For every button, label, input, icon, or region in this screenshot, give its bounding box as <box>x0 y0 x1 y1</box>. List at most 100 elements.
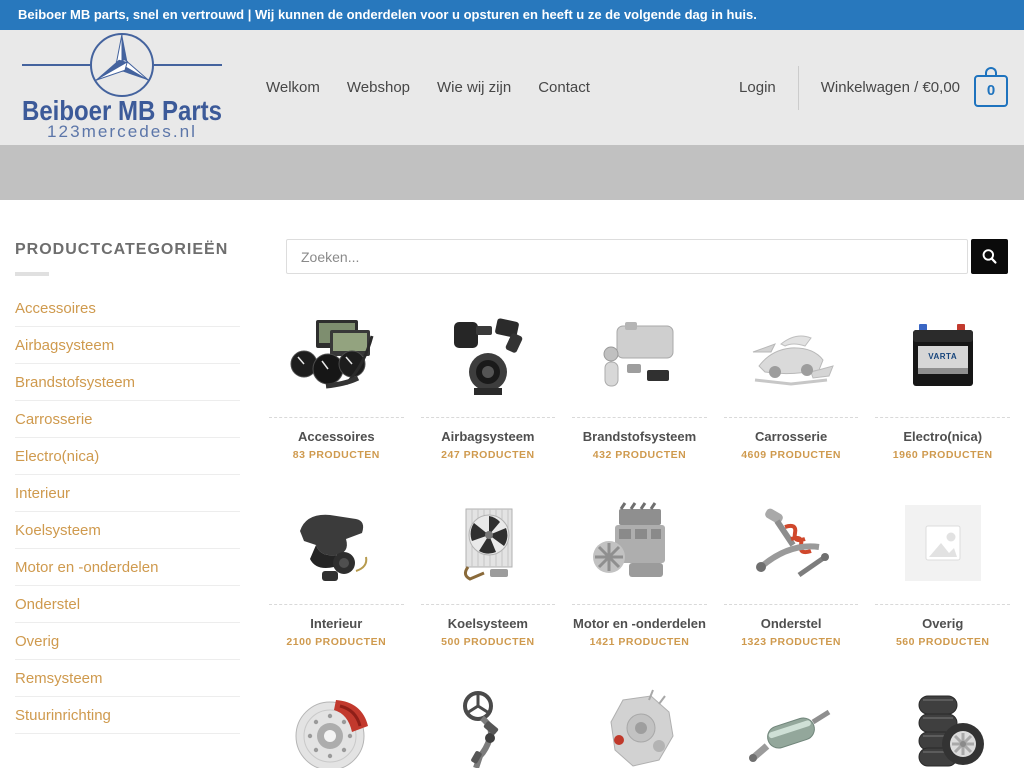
category-card-count: 247 PRODUCTEN <box>421 449 556 461</box>
sidebar-category-item: Carrosserie <box>15 401 240 438</box>
sidebar-category-item: Onderstel <box>15 586 240 623</box>
category-card[interactable] <box>269 688 404 768</box>
category-card-count: 1960 PRODUCTEN <box>875 449 1010 461</box>
image-placeholder-image <box>875 501 1010 591</box>
nav-link[interactable]: Welkom <box>266 79 320 96</box>
top-notice-bar: Beiboer MB parts, snel en vertrouwd | Wi… <box>0 0 1024 30</box>
hero-banner <box>0 145 1024 200</box>
brand-logo: Beiboer MB Parts 123mercedes.nl <box>16 31 228 139</box>
category-card-count: 500 PRODUCTEN <box>421 636 556 648</box>
category-card-title: Brandstofsysteem <box>572 418 707 446</box>
sidebar-category-link[interactable]: Koelsysteem <box>15 512 240 548</box>
category-card[interactable]: Carrosserie 4609 PRODUCTEN <box>724 314 859 461</box>
category-card[interactable]: Brandstofsysteem 432 PRODUCTEN <box>572 314 707 461</box>
top-notice-text: Beiboer MB parts, snel en vertrouwd | Wi… <box>18 7 757 22</box>
category-card[interactable] <box>572 688 707 768</box>
sidebar-category-item: Koelsysteem <box>15 512 240 549</box>
sidebar-category-link[interactable]: Overig <box>15 623 240 659</box>
category-card[interactable]: VARTA Electro(nica) 1960 PRODUCTEN <box>875 314 1010 461</box>
category-card[interactable]: Airbagsysteem 247 PRODUCTEN <box>421 314 556 461</box>
page-content: PRODUCTCATEGORIEËN Accessoires Airbagsys… <box>0 200 1024 768</box>
category-card-title: Carrosserie <box>724 418 859 446</box>
sidebar-category-item: Electro(nica) <box>15 438 240 475</box>
sidebar-category-item: Remsysteem <box>15 660 240 697</box>
category-card[interactable]: Koelsysteem 500 PRODUCTEN <box>421 501 556 648</box>
sidebar-category-link[interactable]: Airbagsysteem <box>15 327 240 363</box>
category-card-title: Onderstel <box>724 605 859 633</box>
category-card-title: Motor en -onderdelen <box>572 605 707 633</box>
category-card[interactable]: Motor en -onderdelen 1421 PRODUCTEN <box>572 501 707 648</box>
cart-count: 0 <box>987 82 995 99</box>
sidebar-category-link[interactable]: Remsysteem <box>15 660 240 696</box>
sidebar-category-item: Overig <box>15 623 240 660</box>
nav-link[interactable]: Contact <box>538 79 590 96</box>
nav-item: Contact <box>538 79 590 97</box>
category-card[interactable] <box>724 688 859 768</box>
search-submit-button[interactable] <box>971 239 1008 274</box>
sidebar-category-item: Airbagsysteem <box>15 327 240 364</box>
category-card[interactable]: Accessoires 83 PRODUCTEN <box>269 314 404 461</box>
cart-bag-icon[interactable]: 0 <box>974 75 1008 107</box>
category-grid: Accessoires 83 PRODUCTEN Airbagsysteem 2… <box>269 314 1010 768</box>
category-card[interactable]: Interieur 2100 PRODUCTEN <box>269 501 404 648</box>
search-input[interactable] <box>286 239 968 274</box>
category-card-title: Airbagsysteem <box>421 418 556 446</box>
sidebar-category-link[interactable]: Accessoires <box>15 290 240 326</box>
gearbox-image <box>572 688 707 768</box>
sidebar-category-link[interactable]: Carrosserie <box>15 401 240 437</box>
main-area: Accessoires 83 PRODUCTEN Airbagsysteem 2… <box>286 200 1008 768</box>
sidebar: PRODUCTCATEGORIEËN Accessoires Airbagsys… <box>15 200 240 768</box>
sidebar-category-link[interactable]: Onderstel <box>15 586 240 622</box>
logo-link[interactable]: Beiboer MB Parts 123mercedes.nl <box>16 31 228 144</box>
category-card[interactable]: Overig 560 PRODUCTEN <box>875 501 1010 648</box>
interior-trim-image <box>269 501 404 591</box>
sidebar-category-link[interactable]: Interieur <box>15 475 240 511</box>
nav-item: Welkom <box>266 79 320 97</box>
nav-item: Wie wij zijn <box>437 79 511 97</box>
suspension-image <box>724 501 859 591</box>
airbag-parts-image <box>421 314 556 404</box>
cart-link[interactable]: Winkelwagen / €0,00 0 <box>821 69 1008 107</box>
category-card[interactable] <box>421 688 556 768</box>
nav-link[interactable]: Webshop <box>347 79 410 96</box>
category-card[interactable]: Onderstel 1323 PRODUCTEN <box>724 501 859 648</box>
login-link[interactable]: Login <box>739 79 776 96</box>
battery-brand-text: VARTA <box>875 352 1010 361</box>
category-card-count: 560 PRODUCTEN <box>875 636 1010 648</box>
sidebar-title: PRODUCTCATEGORIEËN <box>15 241 240 259</box>
category-card[interactable] <box>875 688 1010 768</box>
sidebar-category-item: Brandstofsysteem <box>15 364 240 401</box>
brake-disc-image <box>269 688 404 768</box>
category-card-count: 2100 PRODUCTEN <box>269 636 404 648</box>
gauges-image <box>269 314 404 404</box>
car-body-image <box>724 314 859 404</box>
nav-item: Webshop <box>347 79 410 97</box>
category-card-count: 83 PRODUCTEN <box>269 449 404 461</box>
site-header: Beiboer MB Parts 123mercedes.nl Welkom W… <box>0 30 1024 145</box>
category-card-title: Overig <box>875 605 1010 633</box>
sidebar-category-item: Interieur <box>15 475 240 512</box>
sidebar-title-underline <box>15 272 49 276</box>
sidebar-category-item: Accessoires <box>15 290 240 327</box>
sidebar-category-link[interactable]: Stuurinrichting <box>15 697 240 733</box>
engine-image <box>572 501 707 591</box>
logo-subtitle: 123mercedes.nl <box>47 122 197 139</box>
fuel-tank-image <box>572 314 707 404</box>
category-card-title: Koelsysteem <box>421 605 556 633</box>
category-card-count: 1323 PRODUCTEN <box>724 636 859 648</box>
category-card-count: 4609 PRODUCTEN <box>724 449 859 461</box>
header-divider <box>798 66 799 110</box>
radiator-fan-image <box>421 501 556 591</box>
exhaust-image <box>724 688 859 768</box>
sidebar-category-link[interactable]: Motor en -onderdelen <box>15 549 240 585</box>
sidebar-category-link[interactable]: Brandstofsysteem <box>15 364 240 400</box>
category-card-count: 1421 PRODUCTEN <box>572 636 707 648</box>
category-list: Accessoires Airbagsysteem Brandstofsyste… <box>15 290 240 734</box>
steering-column-image <box>421 688 556 768</box>
category-card-title: Interieur <box>269 605 404 633</box>
nav-link[interactable]: Wie wij zijn <box>437 79 511 96</box>
sidebar-category-item: Stuurinrichting <box>15 697 240 734</box>
sidebar-category-link[interactable]: Electro(nica) <box>15 438 240 474</box>
cart-label: Winkelwagen / €0,00 <box>821 79 960 96</box>
category-card-title: Accessoires <box>269 418 404 446</box>
